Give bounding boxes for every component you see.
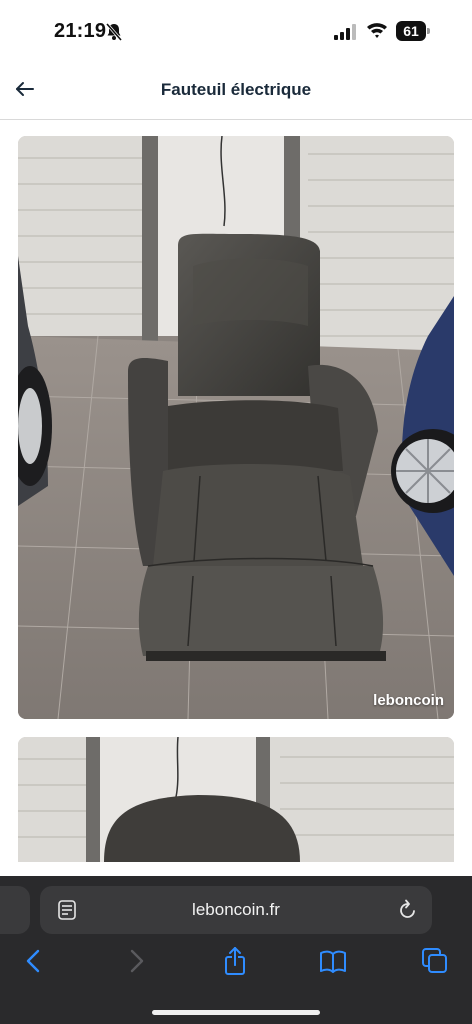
listing-photo-2[interactable] bbox=[18, 737, 454, 862]
armchair-photo bbox=[18, 136, 454, 719]
forward-icon[interactable] bbox=[120, 946, 150, 976]
back-icon[interactable] bbox=[20, 946, 50, 976]
photo-watermark: leboncoin bbox=[373, 692, 444, 709]
previous-tab-peek[interactable] bbox=[0, 886, 30, 934]
browser-toolbar: leboncoin.fr bbox=[0, 876, 472, 1024]
page-title: Fauteuil électrique bbox=[160, 80, 312, 99]
url-text: leboncoin.fr bbox=[192, 900, 280, 919]
tabs-icon[interactable] bbox=[420, 946, 450, 976]
bookmarks-icon[interactable] bbox=[318, 946, 348, 976]
wifi-icon bbox=[367, 23, 387, 38]
cellular-signal-icon bbox=[334, 24, 356, 40]
share-icon[interactable] bbox=[220, 946, 250, 976]
status-bar: 21:19 61 bbox=[0, 0, 472, 62]
battery-indicator: 61 bbox=[396, 21, 430, 41]
home-indicator bbox=[152, 1010, 320, 1015]
app-header: Fauteuil électrique bbox=[0, 62, 472, 120]
reload-icon[interactable] bbox=[398, 899, 418, 921]
armchair-photo-2 bbox=[18, 737, 454, 862]
bell-muted-icon bbox=[105, 23, 123, 41]
listing-photo[interactable]: leboncoin bbox=[18, 136, 454, 719]
clock: 21:19 bbox=[54, 20, 107, 42]
address-bar[interactable]: leboncoin.fr bbox=[40, 886, 432, 934]
battery-level: 61 bbox=[396, 21, 426, 41]
